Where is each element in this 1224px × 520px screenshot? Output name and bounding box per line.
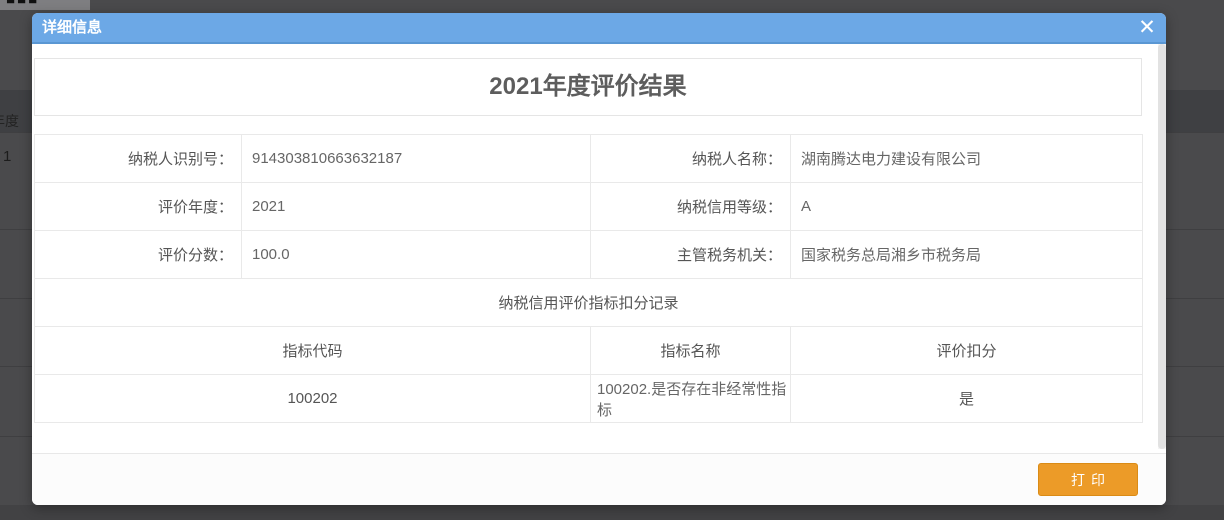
taxpayer-id-value: 914303810663632187 xyxy=(242,135,591,183)
deduction-data-row: 100202 100202.是否存在非经常性指标 是 xyxy=(35,375,1143,423)
deduction-score-header: 评价扣分 xyxy=(791,327,1143,375)
background-partial-value: 1 xyxy=(3,148,11,165)
eval-score-label: 评价分数： xyxy=(35,231,242,279)
background-partial-label: 年度 xyxy=(0,111,19,131)
detail-info-dialog: 详细信息 ✕ 2021年度评价结果 纳税人识别号： 91430381066363… xyxy=(32,13,1166,505)
indicator-name-header: 指标名称 xyxy=(591,327,791,375)
indicator-name-cell: 100202.是否存在非经常性指标 xyxy=(591,375,791,423)
evaluation-info-table: 纳税人识别号： 914303810663632187 纳税人名称： 湖南腾达电力… xyxy=(34,134,1143,423)
deduction-score-cell: 是 xyxy=(791,375,1143,423)
table-row: 评价年度： 2021 纳税信用等级： A xyxy=(35,183,1143,231)
table-row: 评价分数： 100.0 主管税务机关： 国家税务总局湘乡市税务局 xyxy=(35,231,1143,279)
eval-year-value: 2021 xyxy=(242,183,591,231)
deduction-header-row: 指标代码 指标名称 评价扣分 xyxy=(35,327,1143,375)
dialog-scrollbar[interactable] xyxy=(1158,44,1166,449)
background-page-fragment: ■■■ xyxy=(0,0,90,10)
dialog-title: 详细信息 xyxy=(32,13,1166,42)
tax-authority-label: 主管税务机关： xyxy=(591,231,791,279)
table-row: 纳税人识别号： 914303810663632187 纳税人名称： 湖南腾达电力… xyxy=(35,135,1143,183)
eval-score-value: 100.0 xyxy=(242,231,591,279)
taxpayer-name-value: 湖南腾达电力建设有限公司 xyxy=(791,135,1143,183)
background-clipped-text: ■■■ xyxy=(6,0,39,8)
result-heading: 2021年度评价结果 xyxy=(34,58,1142,116)
dialog-content: 2021年度评价结果 纳税人识别号： 914303810663632187 纳税… xyxy=(34,58,1142,423)
eval-year-label: 评价年度： xyxy=(35,183,242,231)
print-button[interactable]: 打印 xyxy=(1038,463,1138,496)
dialog-body: 2021年度评价结果 纳税人识别号： 914303810663632187 纳税… xyxy=(32,44,1166,449)
background-bottom-band xyxy=(0,505,1224,520)
dialog-footer: 打印 xyxy=(32,453,1166,505)
indicator-code-cell: 100202 xyxy=(35,375,591,423)
taxpayer-name-label: 纳税人名称： xyxy=(591,135,791,183)
tax-authority-value: 国家税务总局湘乡市税务局 xyxy=(791,231,1143,279)
taxpayer-id-label: 纳税人识别号： xyxy=(35,135,242,183)
deduction-section-title: 纳税信用评价指标扣分记录 xyxy=(35,279,1143,327)
scrollbar-thumb[interactable] xyxy=(1158,44,1166,449)
credit-grade-label: 纳税信用等级： xyxy=(591,183,791,231)
close-icon[interactable]: ✕ xyxy=(1134,14,1160,42)
credit-grade-value: A xyxy=(791,183,1143,231)
indicator-code-header: 指标代码 xyxy=(35,327,591,375)
dialog-header: 详细信息 ✕ xyxy=(32,13,1166,44)
section-row: 纳税信用评价指标扣分记录 xyxy=(35,279,1143,327)
